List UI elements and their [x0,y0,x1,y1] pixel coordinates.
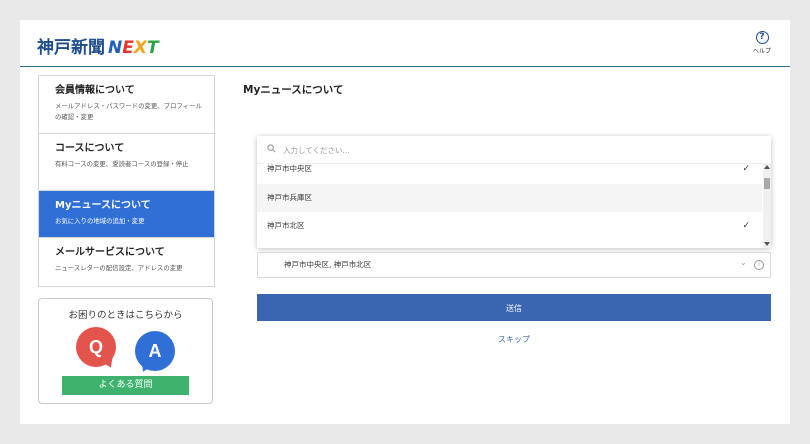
sidebar-item-desc: 有料コースの変更、愛読者コースの登録・停止 [55,160,189,168]
a-bubble-icon: A [135,331,175,371]
sidebar-item-mail-service[interactable]: メールサービスについて ニュースレターの配信設定、アドレスの変更 [39,238,214,286]
sidebar-item-title: メールサービスについて [55,247,165,258]
sidebar-item-my-news[interactable]: Myニュースについて お気に入りの地域の追加・変更 [39,191,214,238]
sidebar-item-title: 会員情報について [55,85,135,96]
option-label: 神戸市中央区 [267,164,312,173]
chevron-down-icon: ⌄ [740,258,747,267]
app-frame: 神戸新聞 NEXT ? ヘルプ 会員情報について メールアドレス・パスワードの変更… [20,20,790,424]
dropdown-option-chuo[interactable]: 神戸市中央区 ✓ [257,158,762,182]
option-label: 神戸市兵庫区 [267,193,312,202]
submit-button[interactable]: 送信 [257,294,771,321]
help-qa-box: お困りのときはこちらから Q A よくある質問 [38,298,213,404]
sidebar-item-desc: ニュースレターの配信設定、アドレスの変更 [55,264,183,272]
logo-letter-e: E [122,38,134,58]
sidebar-menu: 会員情報について メールアドレス・パスワードの変更、プロフィールの確認・変更 コ… [38,75,215,287]
search-input[interactable] [281,142,755,159]
sidebar-item-desc: お気に入りの地域の追加・変更 [55,217,145,225]
check-icon: ✓ [742,221,750,231]
search-icon [267,144,276,153]
question-circle-icon: ? [755,31,769,44]
sidebar-item-title: コースについて [55,143,125,154]
logo-text: 神戸新聞 [37,38,105,58]
scroll-up-icon[interactable] [764,165,770,169]
selected-areas: 神戸市中央区, 神戸市北区 [284,260,372,269]
q-bubble-icon: Q [76,327,116,367]
help-button[interactable]: ? ヘルプ [748,31,776,61]
scroll-thumb[interactable] [764,178,770,189]
logo-letter-t: T [146,38,159,58]
logo-letter-n: N [108,38,123,58]
logo-letter-x: X [133,38,147,58]
sidebar-item-title: Myニュースについて [55,200,151,211]
sidebar-item-course[interactable]: コースについて 有料コースの変更、愛読者コースの登録・停止 [39,134,214,191]
qa-title: お困りのときはこちらから [68,310,183,321]
faq-button[interactable]: よくある質問 [62,376,189,395]
dropdown-scrollbar[interactable] [763,163,771,248]
dropdown-option-hyogo[interactable]: 神戸市兵庫区 [257,184,762,212]
check-icon: ✓ [742,164,750,174]
skip-link[interactable]: スキップ [257,334,771,345]
area-select[interactable]: 神戸市中央区, 神戸市北区 ⌄ i [257,252,771,278]
page-title: Myニュースについて [243,84,344,96]
info-icon[interactable]: i [754,260,764,270]
dropdown-option-kita[interactable]: 神戸市北区 ✓ [257,212,762,240]
help-label: ヘルプ [752,48,771,55]
sidebar-item-member-info[interactable]: 会員情報について メールアドレス・パスワードの変更、プロフィールの確認・変更 [39,76,214,134]
option-label: 神戸市北区 [267,221,305,230]
sidebar-item-desc: メールアドレス・パスワードの変更、プロフィールの確認・変更 [55,102,202,121]
site-header: 神戸新聞 NEXT ? ヘルプ [20,20,790,67]
site-logo[interactable]: 神戸新聞 NEXT [37,33,159,58]
scroll-down-icon[interactable] [764,242,770,246]
area-dropdown: 神戸市中央区 ✓ 神戸市兵庫区 神戸市北区 ✓ [257,136,771,248]
